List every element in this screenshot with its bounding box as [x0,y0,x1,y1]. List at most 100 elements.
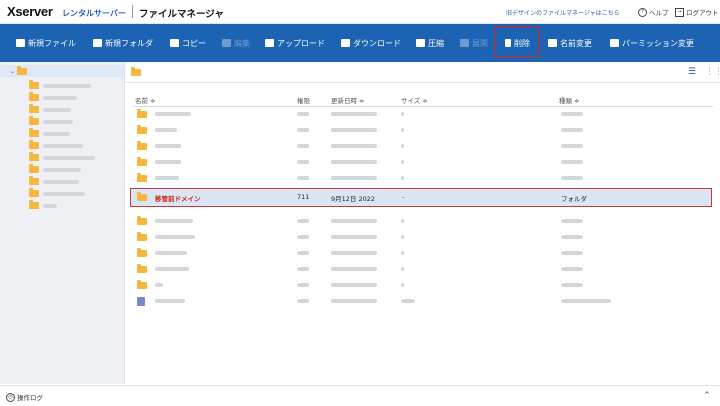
grid-view-icon[interactable]: ⋮⋮ [705,68,720,77]
blurred-cell [297,112,309,116]
folder-icon [29,188,39,197]
blurred-cell [297,128,309,132]
clock-icon: ◷ [6,392,15,402]
blurred-label [43,95,77,100]
blurred-cell [297,235,309,239]
folder-icon [137,173,147,182]
column-header-type[interactable]: 種類 ≑ [559,95,580,105]
blurred-cell [155,144,181,148]
logout-button[interactable]: → ログアウト [675,7,719,17]
delete-highlight-box [494,27,539,57]
blurred-cell [331,144,377,148]
table-row[interactable] [133,279,713,291]
folder-icon [137,232,147,241]
column-header-size[interactable]: サイズ ≑ [401,95,428,105]
extract-button[interactable]: 展開 [460,37,488,49]
tree-item[interactable] [29,200,57,209]
blurred-label [43,107,71,112]
old-design-link[interactable]: 旧デザインのファイルマネージャはこちら [506,8,620,17]
folder-icon [137,216,147,225]
blurred-cell [561,219,583,223]
blurred-cell [561,235,583,239]
table-row[interactable] [133,295,713,307]
new-folder-icon [93,39,102,47]
operation-log-toggle[interactable]: ◷ 操作ログ [6,392,43,402]
blurred-cell [155,112,191,116]
blurred-cell [331,128,377,132]
blurred-cell [401,251,404,255]
list-view-icon[interactable]: ☰ [688,68,697,77]
operation-log-label: 操作ログ [17,394,43,402]
table-row[interactable] [133,156,713,168]
blurred-cell [561,176,583,180]
tree-item[interactable] [29,128,70,137]
blurred-cell [561,283,583,287]
folder-tree: ⌄ [0,62,125,384]
folder-icon [29,164,39,173]
new-file-icon [16,39,25,47]
blurred-cell [561,128,583,132]
blurred-label [43,131,70,136]
table-row[interactable] [133,108,713,120]
chevron-down-icon[interactable]: ⌄ [10,68,15,75]
logout-label: ログアウト [686,9,719,17]
tree-item[interactable] [29,164,81,173]
blurred-cell [155,128,177,132]
tree-item[interactable] [29,80,91,89]
tree-root[interactable]: ⌄ [10,66,28,75]
row-name[interactable]: 移管前ドメイン [155,193,201,203]
permission-button[interactable]: パーミッション変更 [610,37,694,49]
table-row[interactable] [133,140,713,152]
tree-item[interactable] [29,116,73,125]
folder-icon [137,248,147,257]
chevron-up-icon[interactable]: ^ [704,391,710,399]
new-file-label: 新規ファイル [28,38,76,48]
file-icon [137,297,145,306]
upload-button[interactable]: アップロード [265,37,325,49]
edit-button[interactable]: 編集 [222,37,250,49]
folder-icon [29,200,39,209]
new-folder-button[interactable]: 新規フォルダ [93,37,153,49]
column-header-permission[interactable]: 権限 [297,95,310,105]
rename-icon [548,39,557,47]
folder-icon [29,92,39,101]
compress-button[interactable]: 圧縮 [416,37,444,49]
upload-label: アップロード [277,38,325,48]
operation-log-bar[interactable]: ◷ 操作ログ ^ [0,385,720,406]
blurred-label [43,179,79,184]
blurred-cell [401,128,404,132]
table-row[interactable] [133,124,713,136]
rename-button[interactable]: 名前変更 [548,37,592,49]
row-type: フォルダ [561,195,587,203]
upload-icon [265,39,274,47]
table-row[interactable] [133,231,713,243]
brand-subtitle: レンタルサーバー [62,9,126,18]
permission-icon [610,39,619,47]
copy-button[interactable]: コピー [170,37,206,49]
help-button[interactable]: ? ヘルプ [638,7,669,17]
blurred-cell [331,251,377,255]
table-row[interactable] [133,263,713,275]
folder-icon [137,264,147,273]
tree-item[interactable] [29,92,77,101]
tree-item[interactable] [29,104,71,113]
table-row[interactable] [133,172,713,184]
column-header-name[interactable]: 名前 ≑ [135,95,156,105]
table-row[interactable] [133,215,713,227]
tree-item[interactable] [29,176,79,185]
column-header-modified[interactable]: 更新日時 ≑ [331,95,365,105]
new-file-button[interactable]: 新規ファイル [16,37,76,49]
blurred-cell [331,219,377,223]
blurred-cell [401,112,404,116]
table-row[interactable] [133,247,713,259]
blurred-cell [401,299,415,303]
blurred-label [43,167,81,172]
tree-item[interactable] [29,140,83,149]
selected-table-row[interactable]: 移管前ドメイン 711 9月12日 2022 - フォルダ [130,188,712,207]
download-label: ダウンロード [353,38,401,48]
tree-item[interactable] [29,152,95,161]
compress-label: 圧縮 [428,38,444,48]
brand-logo[interactable]: Xserver [7,4,53,19]
tree-item[interactable] [29,188,85,197]
download-button[interactable]: ダウンロード [341,37,401,49]
